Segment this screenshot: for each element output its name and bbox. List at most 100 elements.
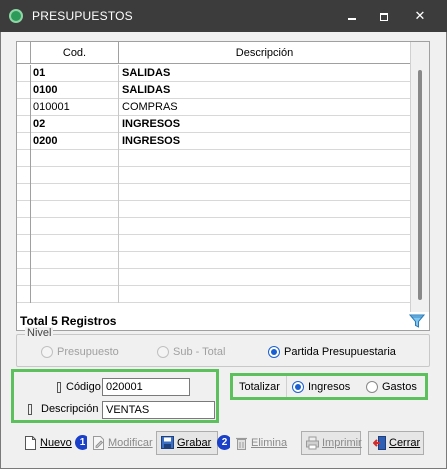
cerrar-label: Cerrar	[389, 437, 421, 449]
table-row[interactable]: 0200 INGRESOS	[17, 133, 410, 150]
radio-ingresos[interactable]: Ingresos	[292, 380, 350, 394]
cell-description: INGRESOS	[122, 135, 181, 147]
cell-description	[119, 235, 410, 252]
elimina-label: Elimina	[251, 437, 288, 449]
column-header-description[interactable]: Descripción	[119, 42, 410, 64]
delete-icon	[236, 437, 247, 450]
vertical-scrollbar[interactable]	[410, 42, 429, 312]
cell-code	[31, 252, 119, 269]
radio-partida-presupuestaria[interactable]: Partida Presupuestaria	[268, 345, 396, 359]
row-selector[interactable]	[17, 65, 31, 82]
row-selector[interactable]	[17, 133, 31, 150]
cell-code: 0100	[31, 82, 119, 99]
radio-ingresos-dot	[292, 381, 304, 393]
empty-table-row[interactable]	[17, 184, 410, 201]
printer-icon	[306, 436, 319, 450]
empty-table-row[interactable]	[17, 235, 410, 252]
row-selector[interactable]	[17, 286, 31, 303]
empty-table-row[interactable]	[17, 167, 410, 184]
column-header-code[interactable]: Cod.	[31, 42, 119, 64]
empty-table-row[interactable]	[17, 150, 410, 167]
row-selector[interactable]	[17, 235, 31, 252]
cell-description	[119, 201, 410, 218]
empty-table-row[interactable]	[17, 201, 410, 218]
codigo-required-marker	[57, 382, 61, 393]
cell-code: 0200	[31, 133, 119, 150]
row-selector[interactable]	[17, 269, 31, 286]
imprimir-button[interactable]: Imprimir	[301, 431, 362, 455]
radio-sub-total-label: Sub - Total	[173, 346, 226, 358]
cell-code: 010001	[31, 99, 119, 116]
empty-table-row[interactable]	[17, 218, 410, 235]
totalizar-group: Ingresos Gastos	[286, 376, 425, 397]
record-count: Total 5 Registros	[20, 314, 117, 328]
modificar-label: Modificar	[108, 437, 153, 449]
elimina-button[interactable]: Elimina	[230, 431, 288, 455]
empty-table-row[interactable]	[17, 252, 410, 269]
grid-footer: Total 5 Registros	[17, 312, 429, 330]
radio-gastos-dot	[366, 381, 378, 393]
row-selector[interactable]	[17, 252, 31, 269]
records-grid: Cod. Descripción 01 SALIDAS 0100 SALIDAS 010…	[16, 41, 430, 331]
action-toolbar: Nuevo 1 Modificar Grabar 2 Elimina Impri…	[7, 431, 439, 457]
row-selector-header	[17, 42, 31, 64]
radio-presupuesto[interactable]: Presupuesto	[41, 345, 119, 359]
row-selector[interactable]	[17, 116, 31, 133]
cell-description	[119, 269, 410, 286]
radio-ingresos-label: Ingresos	[308, 381, 351, 393]
radio-partida-presupuestaria-dot	[268, 346, 280, 358]
grid-header: Cod. Descripción	[17, 42, 410, 64]
nuevo-button[interactable]: Nuevo	[19, 431, 79, 455]
row-selector[interactable]	[17, 218, 31, 235]
descripcion-required-marker	[28, 404, 32, 415]
maximize-button[interactable]	[372, 6, 396, 26]
grid-rows: 01 SALIDAS 0100 SALIDAS 010001 COMPRAS 02 INGRE…	[17, 65, 410, 303]
cell-description: COMPRAS	[122, 101, 178, 113]
filter-icon[interactable]	[409, 313, 425, 329]
cerrar-button[interactable]: Cerrar	[368, 431, 424, 455]
exit-door-icon	[373, 436, 386, 450]
cell-code	[31, 286, 119, 303]
modificar-button[interactable]: Modificar	[87, 431, 153, 455]
cell-description	[119, 150, 410, 167]
descripcion-label: Descripción	[41, 403, 99, 415]
codigo-input[interactable]	[102, 378, 190, 396]
row-selector[interactable]	[17, 150, 31, 167]
close-button[interactable]: ✕	[408, 6, 432, 26]
radio-partida-presupuestaria-label: Partida Presupuestaria	[284, 346, 396, 358]
cell-description: INGRESOS	[122, 118, 181, 130]
radio-gastos[interactable]: Gastos	[366, 380, 417, 394]
table-row[interactable]: 0100 SALIDAS	[17, 82, 410, 99]
radio-sub-total[interactable]: Sub - Total	[157, 345, 225, 359]
minimize-button[interactable]	[340, 6, 364, 26]
title-bar: PRESUPUESTOS ✕	[0, 0, 447, 32]
table-row[interactable]: 02 INGRESOS	[17, 116, 410, 133]
cell-description	[119, 167, 410, 184]
row-selector[interactable]	[17, 201, 31, 218]
scrollbar-thumb[interactable]	[418, 70, 422, 300]
descripcion-input[interactable]	[102, 401, 215, 419]
minimize-icon	[348, 17, 356, 20]
row-selector[interactable]	[17, 184, 31, 201]
empty-table-row[interactable]	[17, 269, 410, 286]
row-selector[interactable]	[17, 82, 31, 99]
grabar-button[interactable]: Grabar	[156, 431, 218, 455]
table-row[interactable]: 010001 COMPRAS	[17, 99, 410, 116]
cell-description	[119, 286, 410, 303]
grabar-label: Grabar	[177, 437, 212, 449]
table-row[interactable]: 01 SALIDAS	[17, 65, 410, 82]
cell-code	[31, 150, 119, 167]
close-icon: ✕	[414, 8, 426, 23]
radio-presupuesto-dot	[41, 346, 53, 358]
cell-description: SALIDAS	[122, 84, 171, 96]
empty-table-row[interactable]	[17, 286, 410, 303]
row-selector[interactable]	[17, 167, 31, 184]
cell-code	[31, 218, 119, 235]
edit-document-icon	[93, 436, 104, 450]
window-title: PRESUPUESTOS	[32, 9, 133, 23]
radio-sub-total-dot	[157, 346, 169, 358]
save-icon	[161, 436, 174, 449]
cell-code: 01	[31, 65, 119, 82]
nivel-legend: Nivel	[25, 327, 54, 339]
row-selector[interactable]	[17, 99, 31, 116]
